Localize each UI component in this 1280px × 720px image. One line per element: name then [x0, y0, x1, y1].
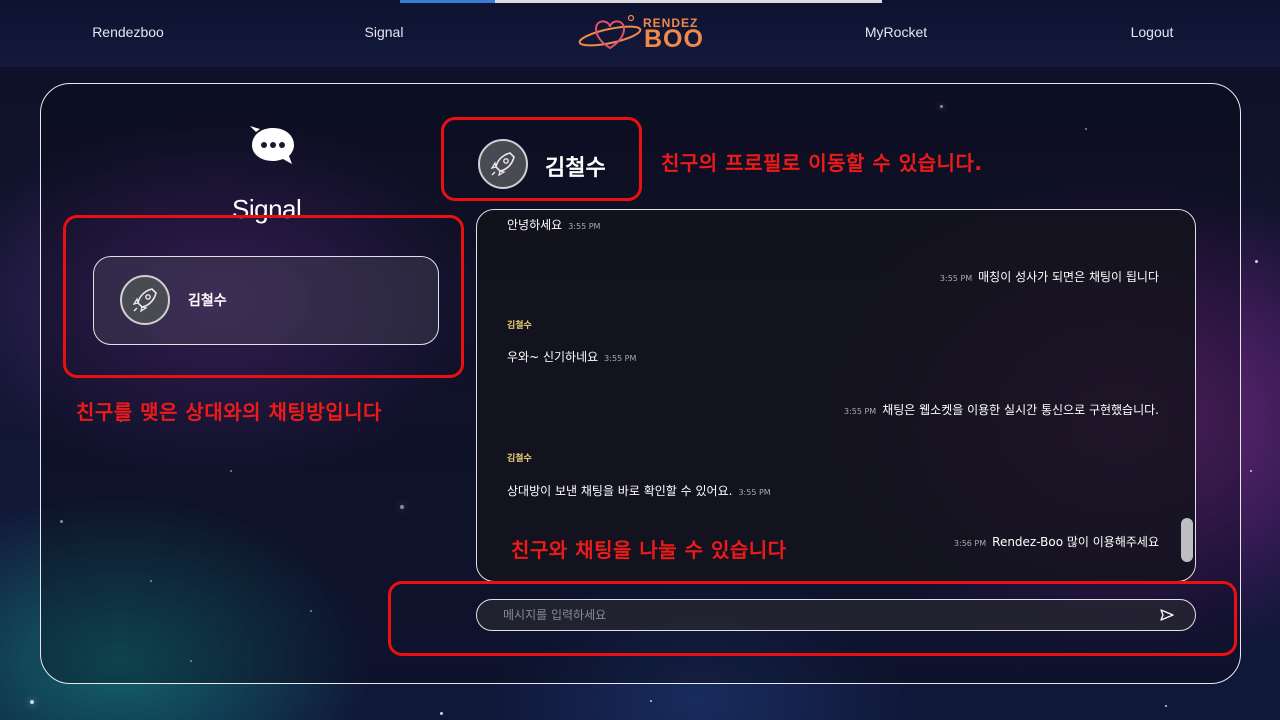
friend-chatroom-item[interactable]: 김철수 [93, 256, 439, 345]
chat-partner-avatar[interactable] [478, 139, 528, 189]
annotation-profile: 친구의 프로필로 이동할 수 있습니다. [661, 151, 983, 175]
sidebar-title: Signal [232, 194, 302, 224]
annotation-chat: 친구와 채팅을 나눌 수 있습니다 [511, 538, 787, 562]
annotation-rooms: 친구를 맺은 상대와의 채팅방입니다 [76, 400, 382, 424]
chat-message-list[interactable]: 안녕하세요 3:55 PM 3:55 PM 매칭이 성사가 되면은 채팅이 됩니다 … [476, 209, 1196, 582]
message-item: 3:55 PM 매칭이 성사가 되면은 채팅이 됩니다 [939, 270, 1159, 284]
message-item: 3:55 PM 채팅은 웹소켓을 이용한 실시간 통신으로 구현했습니다. [843, 403, 1159, 417]
planet-heart-icon [578, 14, 642, 50]
nav-logout[interactable]: Logout [1131, 24, 1174, 40]
rocket-icon [132, 288, 157, 313]
loading-strip [400, 0, 882, 3]
avatar [120, 275, 170, 325]
message-input[interactable] [503, 605, 1143, 625]
chat-scrollbar[interactable] [1181, 518, 1193, 562]
chat-partner-name[interactable]: 김철수 [545, 150, 606, 182]
message-sender: 김철수 [507, 321, 532, 331]
send-icon[interactable] [1160, 608, 1174, 622]
chat-bubble-icon [250, 126, 294, 164]
nav-myrocket[interactable]: MyRocket [865, 24, 927, 40]
friend-name: 김철수 [188, 293, 227, 309]
top-navigation: Rendezboo Signal RENDEZ BOO MyRocket Log… [0, 0, 1280, 67]
nav-rendezboo[interactable]: Rendezboo [92, 24, 164, 40]
nav-signal[interactable]: Signal [365, 24, 404, 40]
message-sender: 김철수 [507, 454, 532, 464]
message-item: 3:56 PM Rendez-Boo 많이 이용해주세요 [953, 535, 1159, 549]
message-input-container [476, 599, 1196, 631]
message-item: 상대방이 보낸 채팅을 바로 확인할 수 있어요. 3:55 PM [507, 484, 771, 498]
rocket-icon [490, 152, 515, 177]
message-item: 우와~ 신기하네요 3:55 PM [507, 350, 637, 364]
rendezboo-logo[interactable]: RENDEZ BOO [576, 12, 706, 54]
message-item: 안녕하세요 3:55 PM [507, 218, 601, 232]
